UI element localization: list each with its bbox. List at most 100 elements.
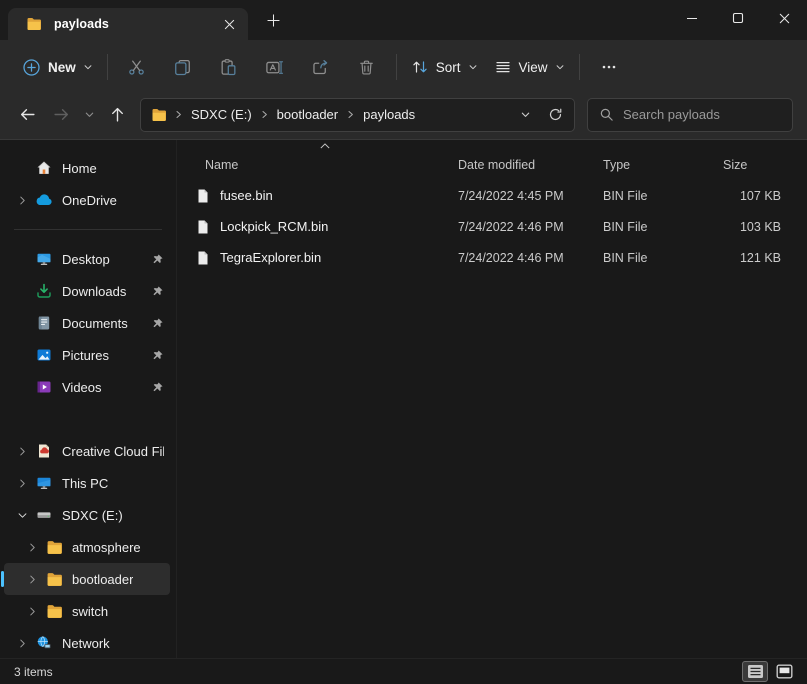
delete-button[interactable] [344, 49, 390, 85]
chevron-right-icon[interactable] [12, 195, 32, 206]
sort-ascending-icon[interactable] [320, 143, 330, 149]
sidebar-item-videos[interactable]: Videos [4, 371, 170, 403]
address-dropdown-icon[interactable] [510, 101, 540, 129]
sidebar-item-switch[interactable]: switch [4, 595, 170, 627]
details-view-button[interactable] [742, 661, 768, 682]
search-icon [599, 107, 614, 122]
chevron-down-icon [555, 62, 565, 72]
file-list-pane: Name Date modified Type Size fusee.bin 7… [177, 140, 807, 658]
cut-button[interactable] [114, 49, 160, 85]
back-button[interactable] [10, 99, 44, 131]
selection-indicator [1, 571, 4, 587]
sidebar-item-downloads[interactable]: Downloads [4, 275, 170, 307]
home-icon [34, 160, 54, 176]
ellipsis-icon [600, 58, 618, 76]
column-header-type[interactable]: Type [603, 154, 723, 176]
sidebar-item-atmosphere[interactable]: atmosphere [4, 531, 170, 563]
sidebar-item-network[interactable]: Network [4, 627, 170, 658]
sidebar-item-bootloader[interactable]: bootloader [4, 563, 170, 595]
folder-icon [151, 107, 167, 123]
navigation-pane: Home OneDrive Desktop [0, 140, 177, 658]
chevron-right-icon[interactable] [12, 638, 32, 649]
sidebar-item-label: This PC [62, 476, 108, 491]
minimize-button[interactable] [669, 0, 715, 36]
toolbar-divider [107, 54, 108, 80]
content-area: Home OneDrive Desktop [0, 140, 807, 658]
sidebar-item-documents[interactable]: Documents [4, 307, 170, 339]
column-header-date-modified[interactable]: Date modified [458, 154, 603, 176]
breadcrumb-bootloader[interactable]: bootloader [270, 104, 345, 125]
file-row[interactable]: fusee.bin 7/24/2022 4:45 PM BIN File 107… [177, 180, 807, 211]
breadcrumb-payloads[interactable]: payloads [356, 104, 422, 125]
sidebar-item-home[interactable]: Home [4, 152, 170, 184]
file-date: 7/24/2022 4:46 PM [458, 220, 603, 234]
column-header-size[interactable]: Size [723, 154, 807, 176]
more-options-button[interactable] [586, 49, 632, 85]
close-tab-icon[interactable] [218, 13, 240, 35]
toolbar-divider [396, 54, 397, 80]
file-explorer-window: payloads New [0, 0, 807, 684]
maximize-button[interactable] [715, 0, 761, 36]
copy-button[interactable] [160, 49, 206, 85]
chevron-right-icon[interactable] [12, 478, 32, 489]
sidebar-item-label: Home [62, 161, 97, 176]
new-tab-button[interactable] [258, 5, 288, 35]
file-row[interactable]: TegraExplorer.bin 7/24/2022 4:46 PM BIN … [177, 242, 807, 273]
view-button[interactable]: View [486, 49, 573, 85]
sort-button[interactable]: Sort [403, 49, 486, 85]
chevron-right-icon[interactable] [22, 574, 42, 585]
address-row: SDXC (E:) bootloader payloads [0, 94, 807, 139]
refresh-icon[interactable] [540, 101, 570, 129]
rename-button[interactable] [252, 49, 298, 85]
copy-icon [173, 58, 192, 77]
sidebar-item-creative-cloud-files[interactable]: Creative Cloud Files [4, 435, 170, 467]
column-header-name[interactable]: Name [195, 154, 458, 176]
sidebar-item-label: SDXC (E:) [62, 508, 123, 523]
chevron-down-icon[interactable] [12, 510, 32, 521]
sidebar-item-pictures[interactable]: Pictures [4, 339, 170, 371]
tab-payloads[interactable]: payloads [8, 8, 248, 40]
sidebar-item-label: OneDrive [62, 193, 117, 208]
search-input[interactable] [623, 107, 781, 122]
window-controls [669, 0, 807, 36]
sidebar-item-onedrive[interactable]: OneDrive [4, 184, 170, 216]
breadcrumb-drive[interactable]: SDXC (E:) [184, 104, 259, 125]
item-count: 3 items [14, 665, 53, 679]
new-button[interactable]: New [14, 49, 101, 85]
share-button[interactable] [298, 49, 344, 85]
up-button[interactable] [100, 99, 134, 131]
address-bar[interactable]: SDXC (E:) bootloader payloads [140, 98, 575, 132]
chevron-right-icon[interactable] [12, 446, 32, 457]
toolbar-divider [579, 54, 580, 80]
large-icons-view-button[interactable] [771, 661, 797, 682]
new-button-label: New [48, 60, 76, 75]
sidebar-item-label: Downloads [62, 284, 126, 299]
file-size: 121 KB [723, 251, 807, 265]
sort-button-label: Sort [436, 60, 461, 75]
breadcrumb-chevron-icon[interactable] [259, 110, 270, 119]
chevron-right-icon[interactable] [22, 542, 42, 553]
breadcrumb-chevron-icon[interactable] [345, 110, 356, 119]
sidebar-item-sdxc-drive[interactable]: SDXC (E:) [4, 499, 170, 531]
paste-button[interactable] [206, 49, 252, 85]
file-type: BIN File [603, 220, 723, 234]
file-row[interactable]: Lockpick_RCM.bin 7/24/2022 4:46 PM BIN F… [177, 211, 807, 242]
search-box[interactable] [587, 98, 793, 132]
clipboard-icon [219, 58, 238, 77]
sidebar-item-desktop[interactable]: Desktop [4, 243, 170, 275]
close-button[interactable] [761, 0, 807, 36]
sidebar-item-label: Videos [62, 380, 102, 395]
share-icon [311, 58, 330, 77]
videos-icon [34, 379, 54, 395]
sidebar-item-label: bootloader [72, 572, 133, 587]
sidebar-item-label: Desktop [62, 252, 110, 267]
recent-locations-button[interactable] [78, 99, 100, 131]
chevron-right-icon[interactable] [22, 606, 42, 617]
view-toggles [742, 661, 797, 682]
sidebar-item-this-pc[interactable]: This PC [4, 467, 170, 499]
sort-icon [411, 58, 429, 76]
downloads-icon [34, 283, 54, 299]
toolbar: New [0, 40, 807, 94]
breadcrumb-chevron-icon[interactable] [173, 110, 184, 119]
forward-button[interactable] [44, 99, 78, 131]
